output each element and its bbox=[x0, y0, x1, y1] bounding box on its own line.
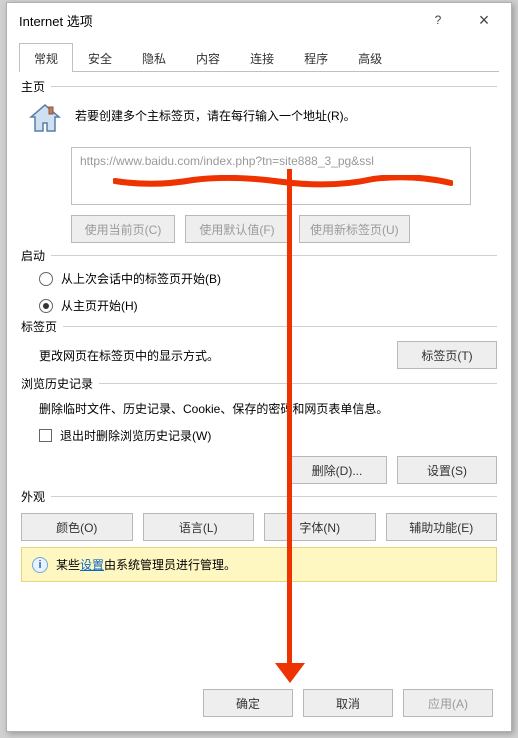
history-delete-button[interactable]: 删除(D)... bbox=[287, 456, 387, 484]
group-title: 标签页 bbox=[21, 318, 57, 335]
cancel-button[interactable]: 取消 bbox=[303, 689, 393, 717]
delete-on-exit-checkbox[interactable]: 退出时删除浏览历史记录(W) bbox=[21, 421, 497, 448]
info-suffix: 由系统管理员进行管理。 bbox=[104, 558, 236, 572]
group-title: 主页 bbox=[21, 78, 45, 95]
tab-label: 程序 bbox=[304, 52, 328, 66]
group-title: 外观 bbox=[21, 488, 45, 505]
radio-label: 从上次会话中的标签页开始(B) bbox=[61, 270, 221, 287]
group-homepage: 主页 bbox=[21, 78, 497, 95]
homepage-instruction: 若要创建多个主标签页，请在每行输入一个地址(R)。 bbox=[75, 101, 356, 124]
radio-icon bbox=[39, 299, 53, 313]
tab-programs[interactable]: 程序 bbox=[289, 43, 343, 72]
tab-label: 内容 bbox=[196, 52, 220, 66]
internet-options-dialog: Internet 选项 ? × 常规 安全 隐私 内容 连接 程序 高级 主页 … bbox=[6, 2, 512, 732]
homepage-url-value: https://www.baidu.com/index.php?tn=site8… bbox=[80, 154, 374, 168]
btn-label: 颜色(O) bbox=[56, 519, 97, 536]
radio-from-home[interactable]: 从主页开始(H) bbox=[21, 291, 497, 318]
settings-link[interactable]: 设置 bbox=[80, 558, 104, 572]
btn-label: 标签页(T) bbox=[421, 347, 472, 364]
languages-button[interactable]: 语言(L) bbox=[143, 513, 255, 541]
tab-security[interactable]: 安全 bbox=[73, 43, 127, 72]
homepage-url-textarea[interactable]: https://www.baidu.com/index.php?tn=site8… bbox=[71, 147, 471, 205]
use-default-button[interactable]: 使用默认值(F) bbox=[185, 215, 289, 243]
accessibility-button[interactable]: 辅助功能(E) bbox=[386, 513, 498, 541]
info-icon: i bbox=[32, 557, 48, 573]
close-icon: × bbox=[479, 10, 490, 31]
btn-label: 字体(N) bbox=[299, 519, 340, 536]
dialog-body: 主页 若要创建多个主标签页，请在每行输入一个地址(R)。 https://www… bbox=[7, 72, 511, 594]
history-settings-button[interactable]: 设置(S) bbox=[397, 456, 497, 484]
tab-advanced[interactable]: 高级 bbox=[343, 43, 397, 72]
tab-privacy[interactable]: 隐私 bbox=[127, 43, 181, 72]
dialog-footer: 确定 取消 应用(A) bbox=[203, 689, 493, 717]
btn-label: 删除(D)... bbox=[312, 462, 363, 479]
btn-label: 设置(S) bbox=[427, 462, 467, 479]
history-desc: 删除临时文件、历史记录、Cookie、保存的密码和网页表单信息。 bbox=[21, 392, 497, 421]
radio-last-session[interactable]: 从上次会话中的标签页开始(B) bbox=[21, 264, 497, 291]
tab-label: 常规 bbox=[34, 52, 58, 66]
info-text: 某些设置由系统管理员进行管理。 bbox=[56, 556, 236, 573]
btn-label: 使用新标签页(U) bbox=[310, 221, 399, 238]
colors-button[interactable]: 颜色(O) bbox=[21, 513, 133, 541]
use-new-tab-button[interactable]: 使用新标签页(U) bbox=[299, 215, 410, 243]
btn-label: 辅助功能(E) bbox=[409, 519, 473, 536]
btn-label: 应用(A) bbox=[428, 695, 468, 712]
tab-label: 隐私 bbox=[142, 52, 166, 66]
tab-label: 高级 bbox=[358, 52, 382, 66]
tab-label: 连接 bbox=[250, 52, 274, 66]
admin-info-bar: i 某些设置由系统管理员进行管理。 bbox=[21, 547, 497, 582]
group-title: 浏览历史记录 bbox=[21, 375, 93, 392]
radio-icon bbox=[39, 272, 53, 286]
window-title: Internet 选项 bbox=[19, 11, 415, 30]
group-startup: 启动 bbox=[21, 247, 497, 264]
group-appearance: 外观 bbox=[21, 488, 497, 505]
use-current-page-button[interactable]: 使用当前页(C) bbox=[71, 215, 175, 243]
annotation-arrow-line bbox=[287, 169, 292, 673]
help-icon: ? bbox=[435, 13, 442, 27]
close-button[interactable]: × bbox=[461, 5, 507, 35]
group-tabs: 标签页 bbox=[21, 318, 497, 335]
checkbox-icon bbox=[39, 429, 52, 442]
tab-label: 安全 bbox=[88, 52, 112, 66]
tabs-settings-button[interactable]: 标签页(T) bbox=[397, 341, 497, 369]
fonts-button[interactable]: 字体(N) bbox=[264, 513, 376, 541]
annotation-arrow-head bbox=[275, 663, 305, 683]
tab-general[interactable]: 常规 bbox=[19, 43, 73, 72]
radio-label: 从主页开始(H) bbox=[61, 297, 138, 314]
btn-label: 使用当前页(C) bbox=[85, 221, 162, 238]
group-title: 启动 bbox=[21, 247, 45, 264]
tab-connections[interactable]: 连接 bbox=[235, 43, 289, 72]
ok-button[interactable]: 确定 bbox=[203, 689, 293, 717]
apply-button[interactable]: 应用(A) bbox=[403, 689, 493, 717]
btn-label: 语言(L) bbox=[179, 519, 218, 536]
titlebar: Internet 选项 ? × bbox=[7, 3, 511, 37]
tab-strip: 常规 安全 隐私 内容 连接 程序 高级 bbox=[7, 43, 511, 72]
home-icon bbox=[25, 101, 65, 137]
tab-content[interactable]: 内容 bbox=[181, 43, 235, 72]
btn-label: 使用默认值(F) bbox=[199, 221, 274, 238]
checkbox-label: 退出时删除浏览历史记录(W) bbox=[60, 427, 211, 444]
help-button[interactable]: ? bbox=[415, 5, 461, 35]
group-history: 浏览历史记录 bbox=[21, 375, 497, 392]
info-prefix: 某些 bbox=[56, 558, 80, 572]
tabs-desc: 更改网页在标签页中的显示方式。 bbox=[21, 347, 387, 364]
btn-label: 取消 bbox=[336, 695, 360, 712]
btn-label: 确定 bbox=[236, 695, 260, 712]
